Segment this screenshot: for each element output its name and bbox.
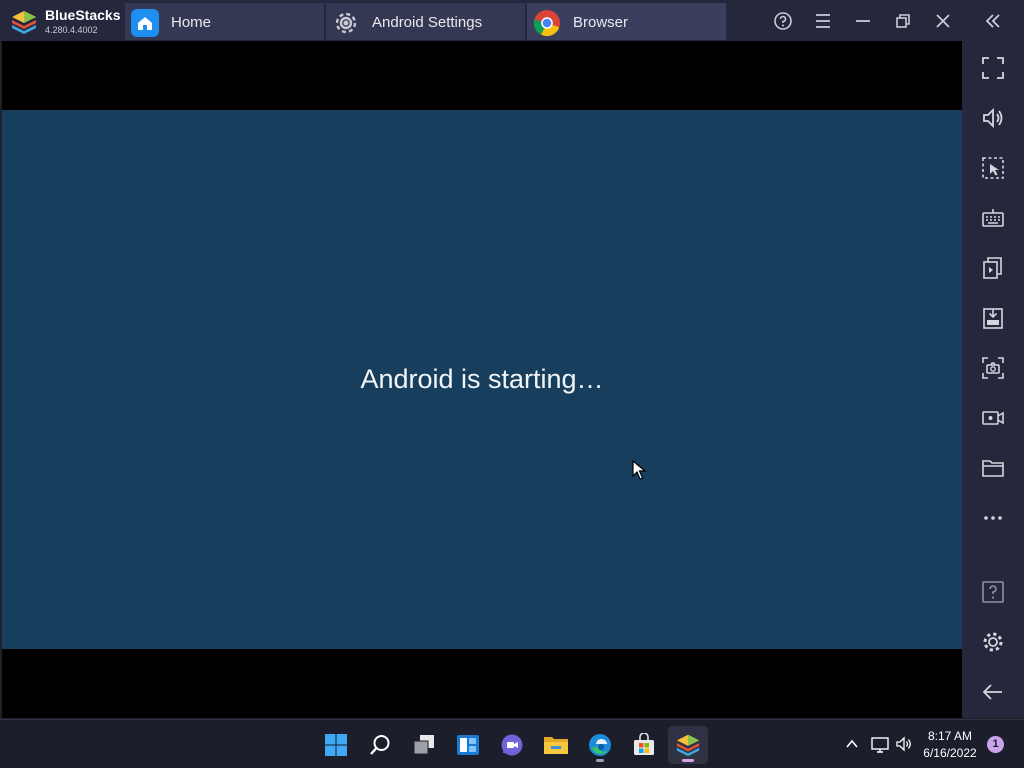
more-button[interactable] [975, 500, 1011, 536]
tab-browser-label: Browser [573, 14, 629, 31]
widgets-icon [457, 735, 479, 755]
store-icon [634, 733, 654, 755]
teams-chat-icon [501, 734, 523, 756]
tab-home-label: Home [171, 14, 212, 31]
taskbar-search-button[interactable] [360, 726, 400, 764]
clock-date[interactable]: 6/16/2022 [918, 746, 982, 760]
select-region-button[interactable] [975, 150, 1011, 186]
screenshot-icon [982, 357, 1004, 379]
tab-browser[interactable]: Browser [527, 3, 726, 40]
home-icon [131, 9, 159, 37]
widgets-button[interactable] [448, 726, 488, 764]
teams-chat-button[interactable] [492, 726, 532, 764]
more-icon [984, 516, 1002, 520]
app-name: BlueStacks [45, 7, 121, 23]
menu-icon [816, 14, 830, 28]
notification-badge[interactable]: 1 [987, 736, 1004, 753]
close-icon [936, 14, 950, 28]
start-button[interactable] [316, 726, 356, 764]
mouse-cursor-icon [632, 460, 646, 480]
title-bar: BlueStacks 4.280.4.4002 Home Android Set… [0, 0, 1024, 41]
clock-time[interactable]: 8:17 AM [918, 729, 982, 743]
network-icon [871, 737, 889, 753]
record-button[interactable] [975, 400, 1011, 436]
chevron-up-icon [846, 739, 858, 748]
help-icon [982, 581, 1004, 603]
restore-button[interactable] [886, 5, 920, 37]
right-sidebar [962, 41, 1024, 718]
edge-icon [589, 734, 611, 756]
volume-button[interactable] [975, 100, 1011, 136]
edge-button[interactable] [580, 726, 620, 764]
bluestacks-logo-icon [12, 11, 36, 34]
boot-message: Android is starting… [360, 364, 604, 394]
tab-home[interactable]: Home [125, 3, 324, 40]
fullscreen-button[interactable] [975, 50, 1011, 86]
volume-icon [983, 107, 1003, 129]
tab-android-settings[interactable]: Android Settings [326, 3, 525, 40]
screenshot-button[interactable] [975, 350, 1011, 386]
bluestacks-taskbar-button[interactable] [668, 726, 708, 764]
app-logo: BlueStacks 4.280.4.4002 [8, 5, 123, 37]
app-version: 4.280.4.4002 [45, 25, 98, 35]
tab-android-settings-label: Android Settings [372, 14, 483, 31]
android-screen[interactable]: Android is starting… [2, 41, 962, 718]
keyboard-icon [982, 209, 1004, 227]
minimize-icon [856, 20, 870, 22]
gear-icon [335, 12, 357, 34]
close-button[interactable] [926, 5, 960, 37]
network-tray-button[interactable] [870, 734, 890, 754]
help-button[interactable] [766, 5, 800, 37]
help-icon [774, 12, 792, 30]
help-sidebar-button[interactable] [975, 574, 1011, 610]
minimize-button[interactable] [846, 5, 880, 37]
folder-icon [982, 460, 1004, 477]
select-region-icon [982, 157, 1004, 179]
show-hidden-icons-button[interactable] [842, 734, 862, 754]
bluestacks-running-indicator [682, 759, 694, 762]
collapse-sidebar-icon [985, 14, 1000, 28]
record-icon [982, 411, 1004, 425]
chrome-icon [533, 10, 560, 37]
fullscreen-icon [982, 57, 1004, 79]
folder-button[interactable] [975, 450, 1011, 486]
keyboard-button[interactable] [975, 200, 1011, 236]
speaker-icon [896, 736, 911, 752]
start-icon [325, 734, 347, 756]
menu-button[interactable] [806, 5, 840, 37]
multi-instance-icon [983, 257, 1002, 279]
back-icon [982, 684, 1002, 700]
volume-tray-button[interactable] [894, 734, 914, 754]
settings-icon [983, 632, 1003, 652]
apk-install-icon [983, 308, 1003, 329]
back-button[interactable] [975, 674, 1011, 710]
boot-splash: Android is starting… [2, 110, 962, 649]
store-button[interactable] [624, 726, 664, 764]
file-explorer-icon [544, 737, 568, 754]
windows-taskbar: 8:17 AM 6/16/2022 1 [0, 719, 1024, 768]
edge-running-indicator [596, 759, 604, 762]
bluestacks-icon [676, 734, 700, 757]
file-explorer-button[interactable] [536, 726, 576, 764]
task-view-button[interactable] [404, 726, 444, 764]
collapse-sidebar-button[interactable] [976, 5, 1010, 37]
task-view-icon [413, 735, 434, 755]
restore-icon [896, 14, 910, 28]
multi-instance-button[interactable] [975, 250, 1011, 286]
settings-button[interactable] [975, 624, 1011, 660]
apk-install-button[interactable] [975, 300, 1011, 336]
search-icon [370, 735, 390, 755]
